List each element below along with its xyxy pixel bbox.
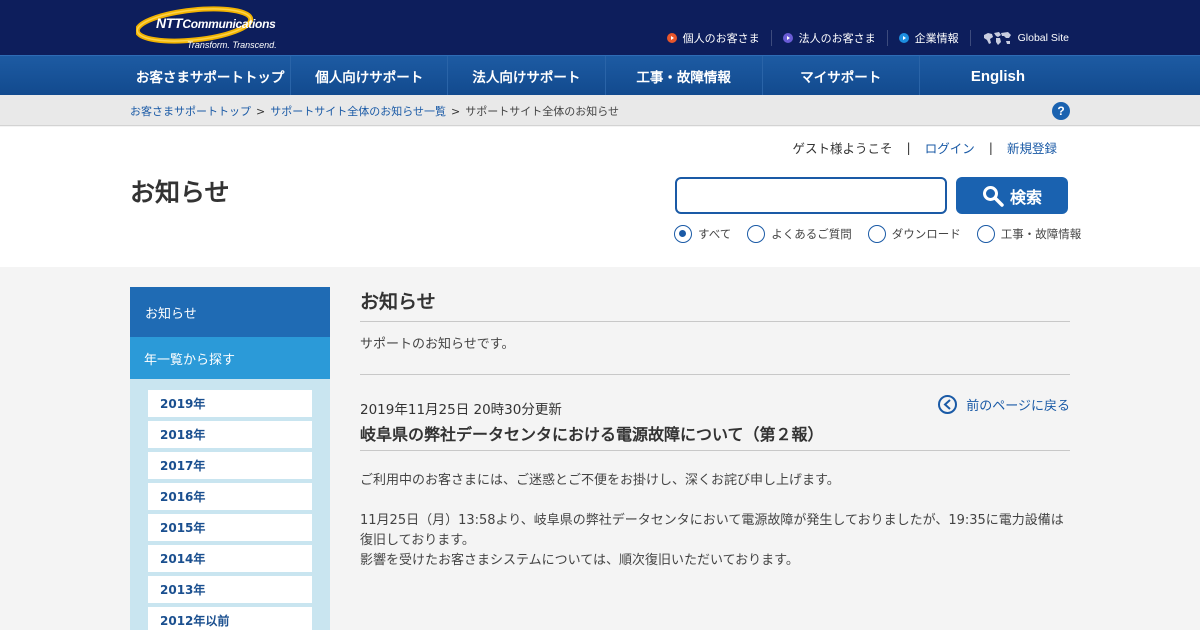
back-link-label: 前のページに戻る: [966, 399, 1070, 414]
radio-label: よくあるご質問: [771, 227, 852, 241]
search-icon: [982, 185, 1004, 207]
link-global-site[interactable]: Global Site: [969, 30, 1069, 46]
search-button[interactable]: 検索: [956, 177, 1068, 214]
sidebar-item-2018[interactable]: 2018年: [148, 421, 312, 448]
breadcrumb-support-top[interactable]: お客さまサポートトップ: [130, 105, 251, 118]
breadcrumb-notice-list[interactable]: サポートサイト全体のお知らせ一覧: [270, 105, 446, 118]
arrow-circle-blue-icon: [898, 33, 909, 43]
sidebar-heading[interactable]: お知らせ: [130, 287, 330, 337]
sidebar-item-2016[interactable]: 2016年: [148, 483, 312, 510]
breadcrumb-separator: >: [256, 105, 266, 118]
logo-tagline: Transform. Transcend.: [187, 40, 277, 50]
nav-personal-support[interactable]: 個人向けサポート: [290, 56, 447, 96]
help-icon[interactable]: ?: [1052, 102, 1070, 120]
login-link[interactable]: ログイン: [925, 138, 975, 157]
sidebar-subheading[interactable]: 年一覧から探す: [130, 337, 330, 379]
welcome-text: ゲスト様ようこそ: [792, 141, 893, 156]
link-business-label: 法人のお客さま: [798, 32, 876, 45]
search-input[interactable]: [675, 177, 947, 214]
back-link[interactable]: 前のページに戻る: [938, 395, 1070, 414]
ntt-communications-logo[interactable]: NTTCommunications Transform. Transcend.: [136, 6, 277, 50]
nav-my-support[interactable]: マイサポート: [761, 56, 919, 96]
search-scope-faq[interactable]: よくあるご質問: [747, 225, 852, 243]
news-body: ご利用中のお客さまには、ご迷惑とご不便をお掛けし、深くお詫び申し上げます。 11…: [360, 471, 1070, 571]
register-link[interactable]: 新規登録: [1007, 138, 1057, 157]
search-scope-all[interactable]: すべて: [674, 225, 731, 243]
sidebar-item-2017[interactable]: 2017年: [148, 452, 312, 479]
sidebar-item-2019[interactable]: 2019年: [148, 390, 312, 417]
news-title: 岐阜県の弊社データセンタにおける電源故障について（第２報）: [360, 421, 1070, 451]
sidebar-item-2012-earlier[interactable]: 2012年以前: [148, 607, 312, 630]
world-map-icon: [983, 32, 1011, 45]
search-scope-download[interactable]: ダウンロード: [867, 225, 961, 243]
section-title: お知らせ: [360, 287, 1070, 322]
chevron-left-icon: [938, 395, 958, 414]
global-nav: お客さまサポートトップ 個人向けサポート 法人向けサポート 工事・故障情報 マイ…: [0, 55, 1200, 96]
link-personal[interactable]: 個人のお客さま: [666, 30, 771, 46]
news-paragraph: 11月25日（月）13:58より、岐阜県の弊社データセンタにおいて電源故障が発生…: [360, 513, 1064, 548]
link-corporate-label: 企業情報: [914, 32, 959, 45]
top-header: NTTCommunications Transform. Transcend. …: [0, 0, 1200, 55]
search-button-label: 検索: [1009, 189, 1042, 207]
radio-button[interactable]: [674, 225, 692, 243]
page-title: お知らせ: [130, 178, 230, 207]
link-personal-label: 個人のお客さま: [682, 32, 760, 45]
user-link-separator: |: [906, 140, 911, 155]
news-paragraph: ご利用中のお客さまには、ご迷惑とご不便をお掛けし、深くお詫び申し上げます。: [360, 473, 840, 488]
logo-wordmark: NTTCommunications: [156, 15, 276, 31]
link-global-site-label: Global Site: [1017, 32, 1069, 44]
search-scope-construction[interactable]: 工事・故障情報: [976, 225, 1082, 243]
arrow-circle-purple-icon: [782, 33, 793, 43]
radio-button[interactable]: [976, 225, 995, 243]
link-business[interactable]: 法人のお客さま: [770, 30, 887, 46]
main-content: お知らせ サポートのお知らせです。 2019年11月25日 20時30分更新 岐…: [360, 287, 1070, 591]
link-corporate[interactable]: 企業情報: [886, 30, 970, 46]
year-list: 2019年 2018年 2017年 2016年 2015年 2014年 2013…: [130, 379, 330, 630]
user-link-separator: |: [988, 140, 993, 155]
arrow-circle-orange-icon: [666, 33, 677, 43]
breadcrumb-bar: お客さまサポートトップ > サポートサイト全体のお知らせ一覧 > サポートサイト全体のお…: [0, 95, 1200, 126]
breadcrumb: お客さまサポートトップ > サポートサイト全体のお知らせ一覧 > サポートサイト全体のお…: [130, 103, 619, 119]
search-scope-options: すべて よくあるご質問 ダウンロード 工事・故障情報: [674, 225, 1081, 243]
nav-support-top[interactable]: お客さまサポートトップ: [130, 56, 290, 96]
nav-business-support[interactable]: 法人向けサポート: [447, 56, 604, 96]
radio-label: 工事・故障情報: [1000, 227, 1082, 241]
sidebar-item-2013[interactable]: 2013年: [148, 576, 312, 603]
utility-links: 個人のお客さま 法人のお客さま 企業情報 Global Site: [666, 30, 1069, 46]
breadcrumb-current: サポートサイト全体のお知らせ: [465, 105, 619, 118]
radio-label: ダウンロード: [891, 227, 961, 241]
news-paragraph: 影響を受けたお客さまシステムについては、順次復旧いただいております。: [360, 553, 799, 568]
nav-construction-fault-info[interactable]: 工事・故障情報: [604, 56, 762, 96]
user-links: ゲスト様ようこそ | ログイン | 新規登録: [793, 138, 1057, 157]
page-header-area: ゲスト様ようこそ | ログイン | 新規登録 お知らせ 検索 すべて よくあるご…: [0, 127, 1200, 267]
radio-button[interactable]: [867, 225, 886, 243]
nav-english[interactable]: English: [918, 56, 1076, 96]
sidebar-item-2015[interactable]: 2015年: [148, 514, 312, 541]
radio-label: すべて: [698, 227, 732, 241]
section-description: サポートのお知らせです。: [360, 333, 1070, 375]
breadcrumb-separator: >: [451, 105, 461, 118]
radio-button[interactable]: [747, 225, 766, 243]
sidebar-item-2014[interactable]: 2014年: [148, 545, 312, 572]
sidebar: お知らせ 年一覧から探す 2019年 2018年 2017年 2016年 201…: [130, 287, 330, 630]
